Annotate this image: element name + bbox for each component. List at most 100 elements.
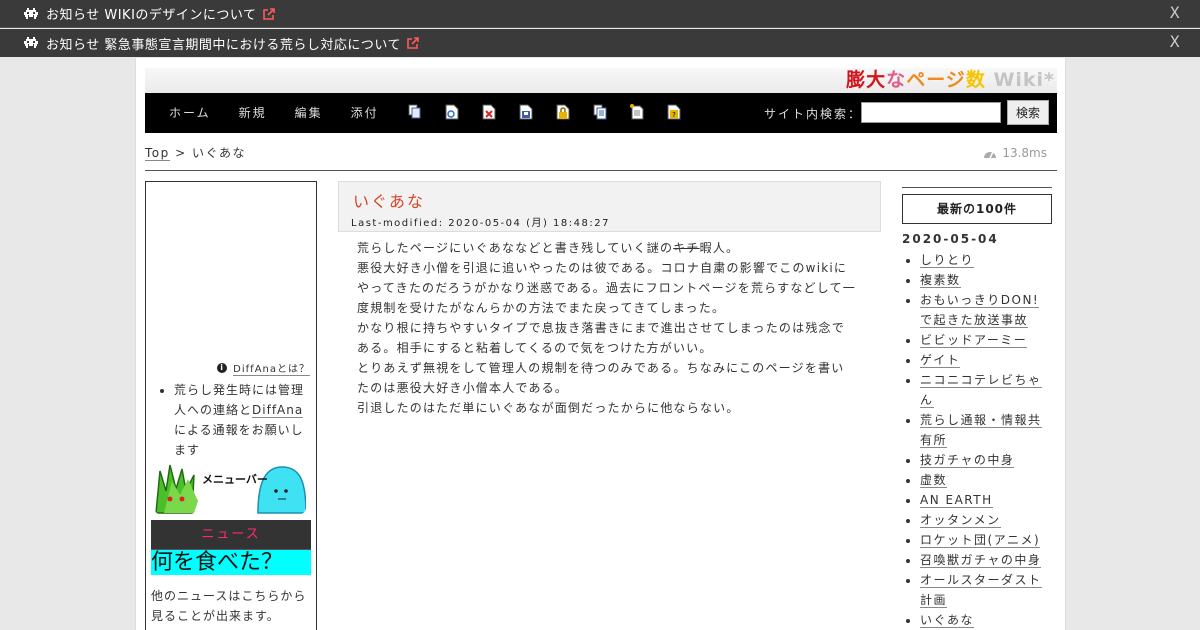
breadcrumb-top[interactable]: Top [145,146,170,161]
struck-text: キチ [673,241,700,255]
article-line: とりあえず無視をして管理人の規制を待つのみである。ちなみにこのページを書いたのは… [357,361,845,395]
list-item: オッタンメン [920,510,1052,530]
nav-new[interactable]: 新規 [239,104,267,121]
notice-bar-design[interactable]: お知らせ WIKIのデザインについて X [0,0,1200,28]
list-item: ゲイト [920,350,1052,370]
nav-attach[interactable]: 添付 [351,104,379,121]
diff-icon[interactable] [445,104,459,120]
list-item: 召喚獣ガチャの中身 [920,550,1052,570]
title-part: 数 [965,69,986,91]
list-item: 虚数 [920,470,1052,490]
menubar-image: メニューバー [154,461,306,515]
site-banner[interactable]: 膨大なページ数 Wiki* [145,68,1057,93]
diffana-link[interactable]: DiffAna [252,403,304,418]
notice-text[interactable]: お知らせ 緊急事態宣言期間中における荒らし対応について [46,34,401,53]
article-line: かなり根に持ちやすいタイプで息抜き落書きにまで進出させてしまったのは残念である。… [357,321,845,355]
news-more-text: 他のニュースはこちらから見ることが出来ます。 [151,589,307,623]
divider [902,187,1052,188]
recent-page-link[interactable]: しりとり [920,253,975,268]
title-part: ページ [906,69,966,91]
recent-page-link[interactable]: おもいっきりDON!で起きた放送事故 [920,293,1040,328]
news-banner[interactable]: 何を食べた？ [151,550,311,575]
article-line: 引退したのはただ単にいぐあなが面倒だったからに他ならない。 [357,401,740,415]
recent-page-link[interactable]: 荒らし通報・情報共有所 [920,413,1042,448]
nav-home[interactable]: ホーム [169,104,211,121]
news-heading: ニュース [151,520,311,550]
recent-page-link[interactable]: 虚数 [920,473,948,488]
close-icon[interactable]: X [1170,32,1180,51]
recent-page-link[interactable]: いぐあな [920,613,975,628]
recent-page-link[interactable]: ビビッドアーミー [920,333,1028,348]
article-text: 暇人。 [699,241,740,255]
list-item: おもいっきりDON!で起きた放送事故 [920,290,1052,330]
divider [145,170,1057,171]
list-icon[interactable] [593,104,607,120]
notice-text: による通報をお願いします [174,423,304,457]
delete-icon[interactable] [482,104,496,120]
page-container: 膨大なページ数 Wiki* ホーム 新規 編集 添付 ? サイト内検索： 検索 … [135,58,1066,630]
list-item: しりとり [920,250,1052,270]
recent-page-link[interactable]: AN EARTH [920,493,993,508]
recent-date: 2020-05-04 [902,232,999,246]
breadcrumb: Top > いぐあな [145,144,246,161]
news-banner-text: 何を食べた？ [151,550,284,575]
save-icon[interactable] [519,104,533,120]
timer-value: 13.8ms [1002,146,1047,160]
recent-page-link[interactable]: 召喚獣ガチャの中身 [920,553,1042,568]
sidebar-notice-list: 荒らし発生時には管理人への連絡とDiffAnaによる通報をお願いします [174,380,314,460]
recent-page-link[interactable]: オールスターダスト計画 [920,573,1042,608]
svg-text:?: ? [672,111,676,119]
list-item: オールスターダスト計画 [920,570,1052,610]
list-item: AN EARTH [920,490,1052,510]
list-item: ロケット団(アニメ) [920,530,1052,550]
article-text: 荒らしたページにいぐあななどと書き残していく謎の [357,241,674,255]
close-icon[interactable]: X [1170,3,1180,22]
recent-page-link[interactable]: オッタンメン [920,513,1001,528]
recent-page-link[interactable]: ゲイト [920,353,961,368]
lock-icon[interactable] [556,104,570,120]
diffana-help-text[interactable]: DiffAnaとは？ [233,360,310,376]
help-icon[interactable]: ? [667,104,681,120]
page-title[interactable]: いぐあな [353,188,425,212]
recent-pages-list: しりとり 複素数 おもいっきりDON!で起きた放送事故 ビビッドアーミー ゲイト… [920,250,1052,630]
list-item: 荒らし通報・情報共有所 [920,410,1052,450]
article-line: 悪役大好き小僧を引退に追いやったのは彼である。コロナ自粛の影響でこのwikiにや… [357,261,856,315]
site-title[interactable]: 膨大なページ数 Wiki* [846,69,1057,91]
left-sidebar: i DiffAnaとは？ 荒らし発生時には管理人への連絡とDiffAnaによる通… [145,181,317,630]
recent-page-link[interactable]: ロケット団(アニメ) [920,533,1041,548]
list-item: 複素数 [920,270,1052,290]
new-page-icon[interactable] [630,104,644,120]
title-part: な [886,69,907,91]
search-button[interactable]: 検索 [1007,100,1049,125]
list-item: ニコニコテレビちゃん [920,370,1052,410]
list-item: いぐあな [920,610,1052,630]
notice-bar-emergency[interactable]: お知らせ 緊急事態宣言期間中における荒らし対応について X [0,29,1200,57]
sidebar-notice-item: 荒らし発生時には管理人への連絡とDiffAnaによる通報をお願いします [174,380,314,460]
search-input[interactable] [861,102,1001,123]
last-modified: Last-modified: 2020-05-04 (月) 18:48:27 [351,218,610,229]
search-label: サイト内検索： [764,107,863,121]
copy-icon[interactable] [408,104,422,120]
breadcrumb-separator: > [169,146,192,160]
recent-page-link[interactable]: 技ガチャの中身 [920,453,1015,468]
recent-page-link[interactable]: 複素数 [920,273,961,288]
nav-edit[interactable]: 編集 [295,104,323,121]
invader-icon [24,37,38,49]
notice-text[interactable]: お知らせ WIKIのデザインについて [46,4,257,23]
title-part: 膨大 [846,69,887,91]
list-item: 技ガチャの中身 [920,450,1052,470]
latest-100-heading[interactable]: 最新の100件 [902,194,1052,224]
right-sidebar: 最新の100件 2020-05-04 しりとり 複素数 おもいっきりDON!で起… [902,187,1052,630]
info-icon: i [217,363,228,373]
breadcrumb-current: いぐあな [191,146,246,160]
navbar: ホーム 新規 編集 添付 ? サイト内検索： 検索 [145,93,1057,133]
speedometer-icon [983,147,997,159]
recent-page-link[interactable]: ニコニコテレビちゃん [920,373,1042,408]
external-link-icon [262,7,275,20]
diffana-help-link[interactable]: i DiffAnaとは？ [217,360,310,376]
list-item: ビビッドアーミー [920,330,1052,350]
article-line: 荒らしたページにいぐあななどと書き残していく謎のキチ暇人。 [357,238,857,258]
title-part: Wiki* [985,69,1055,91]
render-timer: 13.8ms [983,146,1047,160]
external-link-icon [407,37,419,49]
